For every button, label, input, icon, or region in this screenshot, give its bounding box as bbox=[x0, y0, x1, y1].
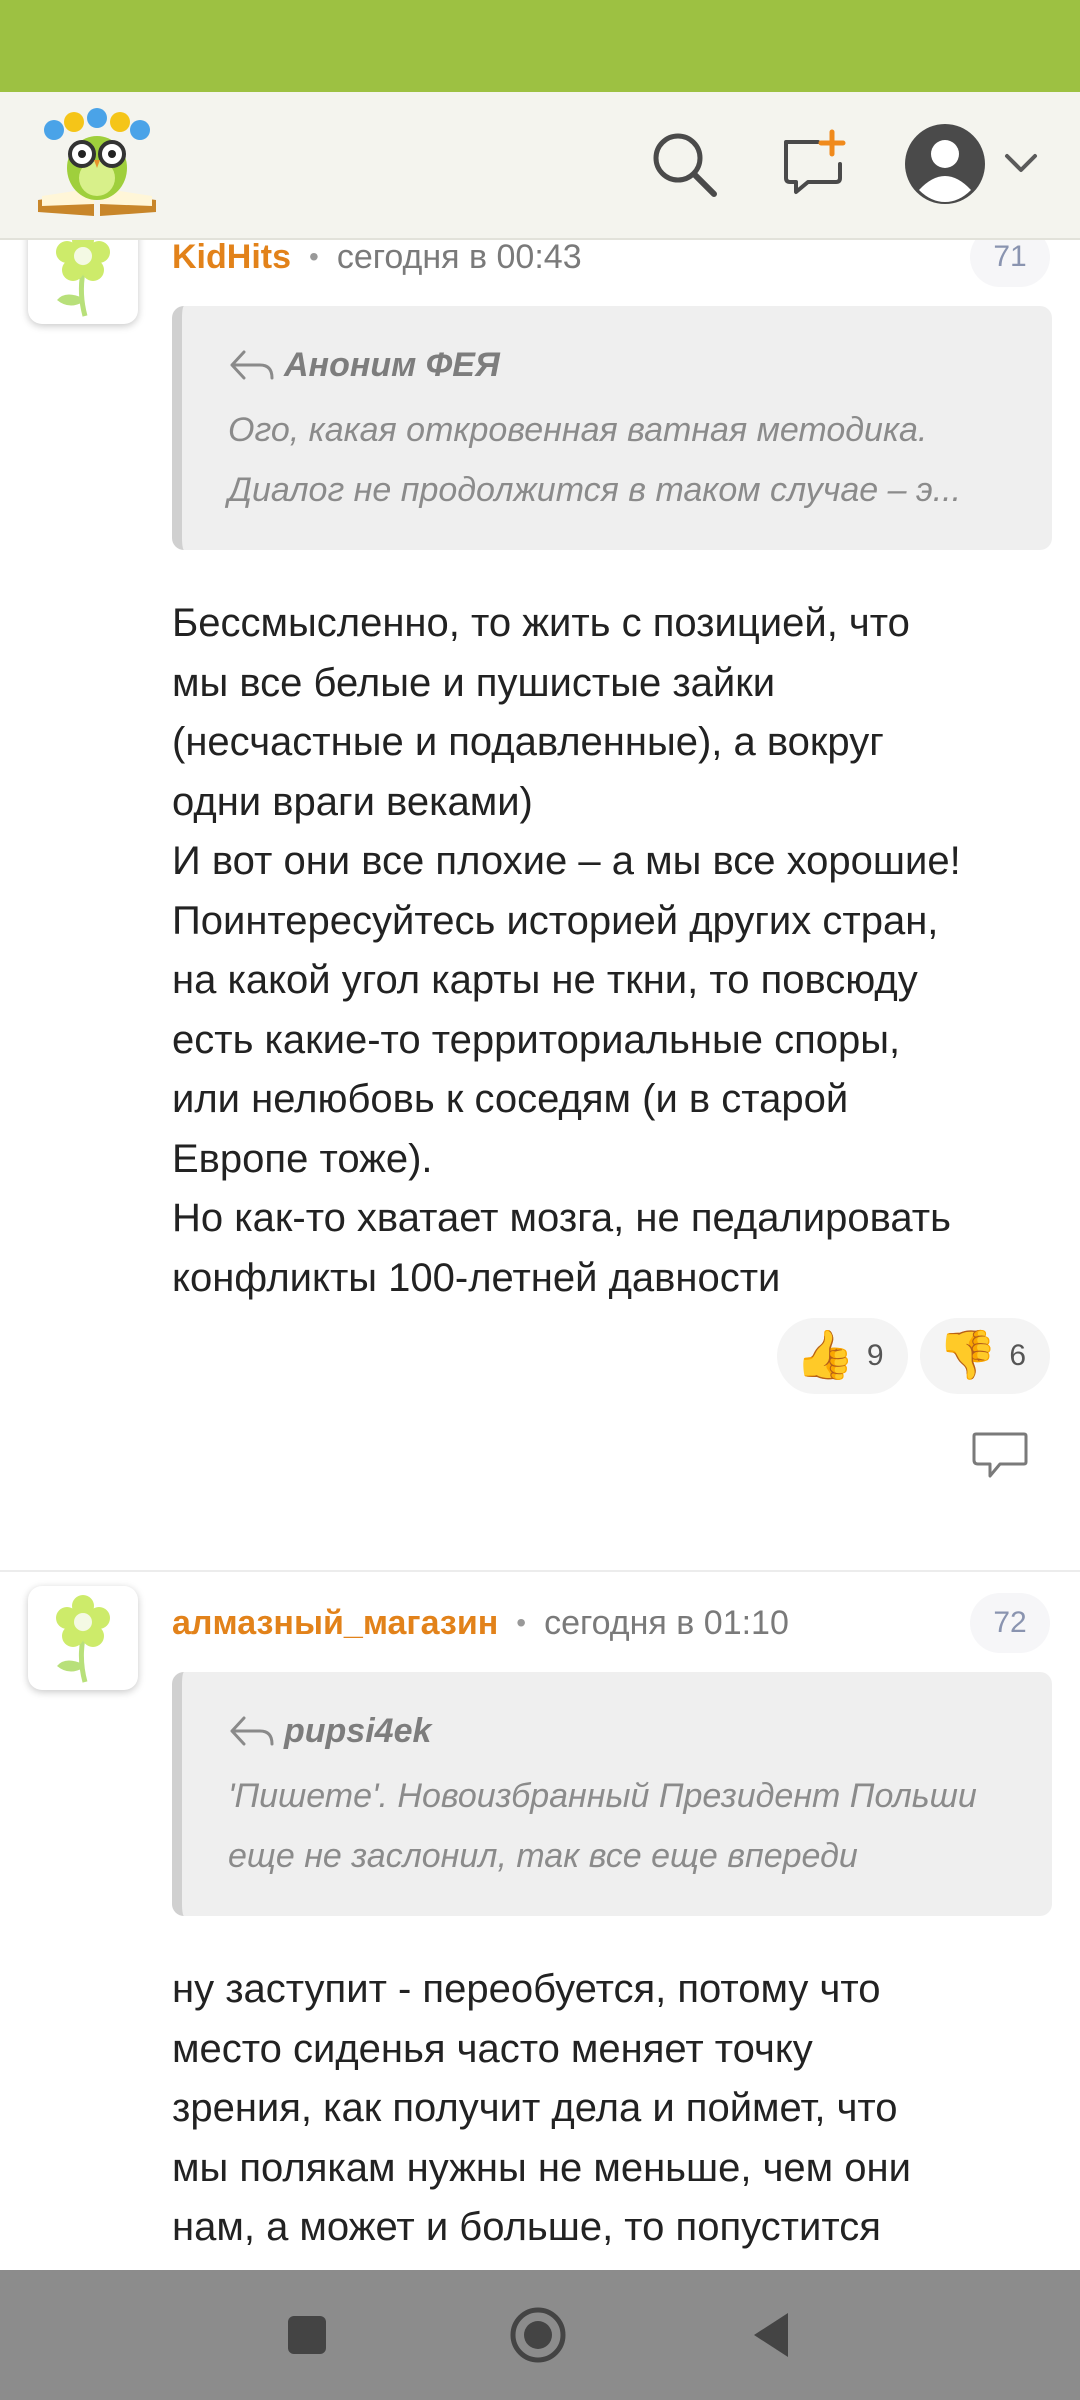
reply-bubble-icon bbox=[972, 1432, 1028, 1478]
profile-menu-button[interactable] bbox=[898, 116, 1048, 212]
reply-button[interactable] bbox=[970, 1428, 1030, 1484]
system-nav-bar bbox=[0, 2270, 1080, 2400]
new-message-icon bbox=[784, 129, 846, 194]
quote-text-line: Диалог не продолжится в таком случае – э… bbox=[228, 471, 962, 509]
reply-arrow-icon bbox=[230, 350, 274, 380]
quote-author-row: pupsi4ek bbox=[228, 1708, 1012, 1754]
search-icon bbox=[653, 133, 717, 197]
quote-text: 'Пишете'. Новоизбранный Президент Польши… bbox=[228, 1766, 1012, 1886]
home-button[interactable] bbox=[508, 2305, 568, 2365]
comment-meta: алмазный_магазин • сегодня в 01:10 bbox=[172, 1598, 789, 1648]
comment-time: сегодня в 00:43 bbox=[336, 240, 582, 276]
thumbs-down-icon: 👎 bbox=[937, 1329, 998, 1382]
meta-separator: • bbox=[516, 1607, 527, 1638]
quote-text: Ого, какая откровенная ватная методика. … bbox=[228, 400, 1012, 520]
meta-separator: • bbox=[309, 241, 319, 272]
flower-avatar-icon bbox=[56, 1595, 110, 1683]
comment-text: ну заступит - переобуется, потому что ме… bbox=[172, 1967, 911, 2249]
comments-feed[interactable]: KidHits • сегодня в 00:43 71 Аноним ФЕЯ … bbox=[0, 240, 1080, 2270]
avatar[interactable] bbox=[28, 240, 138, 324]
dislike-button[interactable]: 👎 6 bbox=[919, 1318, 1050, 1394]
quote-author: pupsi4ek bbox=[284, 1711, 432, 1750]
comment-author[interactable]: алмазный_магазин bbox=[172, 1604, 498, 1643]
like-count: 9 bbox=[866, 1339, 884, 1372]
comment-meta: KidHits • сегодня в 00:43 bbox=[172, 240, 582, 282]
recents-button[interactable] bbox=[277, 2305, 337, 2365]
quote-author: Аноним ФЕЯ bbox=[284, 345, 500, 384]
like-button[interactable]: 👍 9 bbox=[777, 1318, 908, 1394]
status-bar bbox=[0, 0, 1080, 92]
quote-text-line: Ого, какая откровенная ватная методика. bbox=[228, 411, 928, 449]
avatar[interactable] bbox=[28, 1586, 138, 1690]
chevron-down-icon bbox=[1005, 154, 1037, 172]
reactions: 👍 9 👎 6 bbox=[777, 1318, 1050, 1394]
comment-number-badge[interactable]: 71 bbox=[970, 240, 1050, 287]
app-header bbox=[0, 92, 1080, 240]
quote-text-line: 'Пишете'. Новоизбранный Президент Польши bbox=[228, 1777, 977, 1815]
comment-author[interactable]: KidHits bbox=[172, 240, 291, 277]
back-button[interactable] bbox=[742, 2305, 802, 2365]
circle-home-icon bbox=[510, 2307, 566, 2363]
user-avatar-icon bbox=[905, 124, 985, 204]
new-message-button[interactable] bbox=[770, 120, 858, 208]
comment-text: Бессмысленно, то жить с позицией, что мы… bbox=[172, 601, 961, 1300]
reply-arrow-icon bbox=[230, 1716, 274, 1746]
owl-reading-book-logo[interactable] bbox=[34, 108, 160, 220]
comment-divider bbox=[0, 1570, 1080, 1572]
dislike-count: 6 bbox=[1009, 1339, 1026, 1372]
flower-avatar-icon bbox=[56, 240, 110, 317]
quote-author-row: Аноним ФЕЯ bbox=[228, 342, 1012, 388]
thumbs-up-icon: 👍 bbox=[795, 1329, 855, 1382]
quote-block[interactable]: Аноним ФЕЯ Ого, какая откровенная ватная… bbox=[172, 306, 1052, 550]
quote-block[interactable]: pupsi4ek 'Пишете'. Новоизбранный Президе… bbox=[172, 1672, 1052, 1916]
square-recents-icon bbox=[288, 2316, 326, 2354]
quote-text-line: еще не заслонил, так все еще впереди bbox=[228, 1837, 858, 1875]
search-button[interactable] bbox=[640, 120, 728, 208]
comment-number-badge[interactable]: 72 bbox=[970, 1593, 1050, 1653]
triangle-back-icon bbox=[754, 2313, 788, 2357]
comment-time: сегодня в 01:10 bbox=[544, 1603, 789, 1642]
